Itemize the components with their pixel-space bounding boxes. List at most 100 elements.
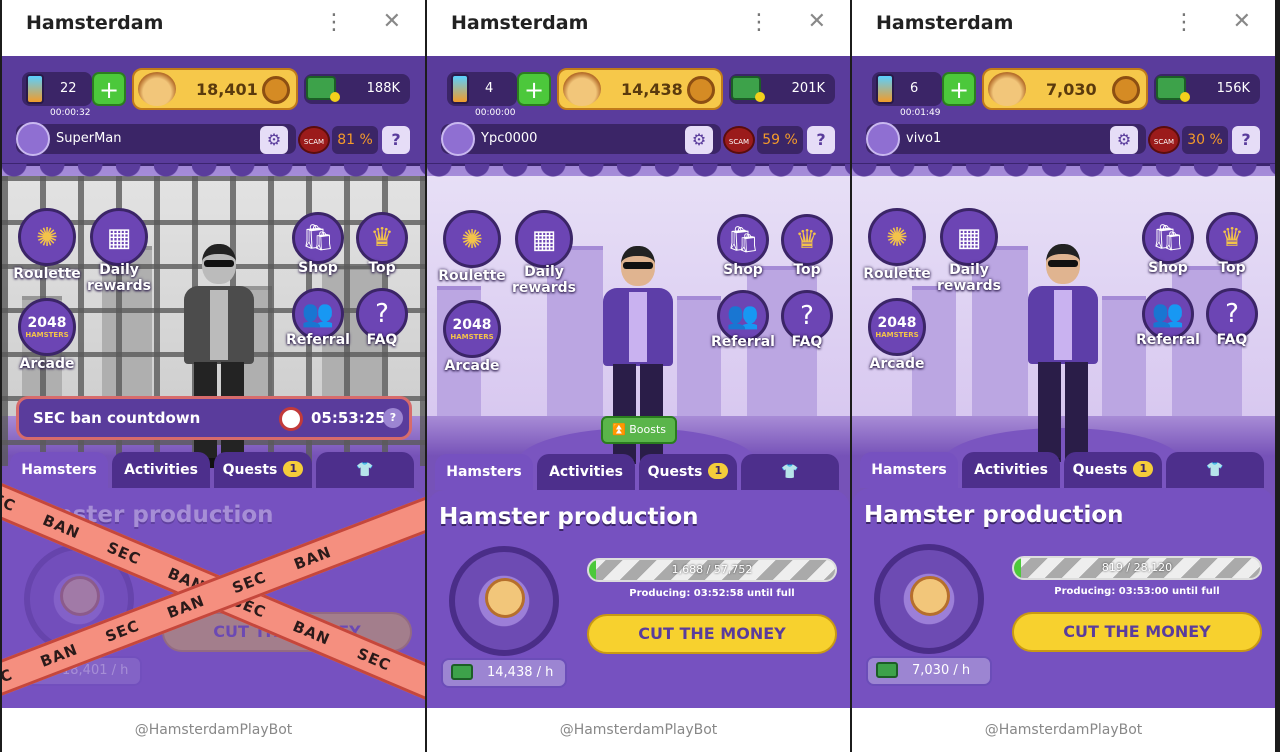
roulette-button[interactable]: ✺	[18, 208, 76, 266]
production-title: Hamster production	[439, 504, 699, 530]
tab-wardrobe[interactable]: 👕	[316, 452, 414, 488]
add-energy-button[interactable]: +	[942, 72, 976, 106]
coin-value: 14,438	[621, 80, 683, 99]
daily-rewards-button[interactable]: ▦	[515, 210, 573, 268]
tab-wardrobe[interactable]: 👕	[1166, 452, 1264, 488]
production-card: Hamster production 819 / 28,120 Producin…	[852, 488, 1275, 708]
question-page-icon: ?	[800, 301, 814, 331]
game-view: 4 + 00:00:00 14,438 201K Ypc0000 ⚙ SCAM …	[427, 56, 850, 708]
clock-icon	[279, 407, 303, 431]
chevrons-up-icon: ⏫	[612, 423, 626, 436]
cut-the-money-button[interactable]: CUT THE MONEY	[587, 614, 837, 654]
close-icon[interactable]: ✕	[383, 9, 401, 34]
character-shirt	[210, 290, 228, 360]
tab-activities[interactable]: Activities	[537, 454, 635, 490]
help-icon[interactable]: ?	[382, 126, 410, 154]
top-button[interactable]: ♛	[356, 212, 408, 264]
user-bar[interactable]: Ypc0000	[441, 122, 721, 156]
kebab-menu-icon[interactable]: ⋮	[323, 10, 345, 35]
kebab-menu-icon[interactable]: ⋮	[748, 10, 770, 35]
cash-balance[interactable]: 201K	[729, 74, 835, 104]
daily-rewards-button[interactable]: ▦	[940, 208, 998, 266]
tab-quests[interactable]: Quests 1	[639, 454, 737, 490]
bot-handle-footer: @HamsterdamPlayBot	[852, 708, 1275, 752]
username: vivo1	[906, 131, 942, 146]
energy-counter: 6	[872, 72, 942, 106]
arcade-button[interactable]: 2048 HAMSTERS	[18, 298, 76, 356]
shop-button[interactable]: 🛍	[1142, 212, 1194, 264]
daily-rewards-button[interactable]: ▦	[90, 208, 148, 266]
arcade-label: Arcade	[19, 356, 75, 372]
production-rate: 14,438 / h	[441, 658, 567, 688]
boosts-button[interactable]: ⏫ Boosts	[601, 416, 677, 444]
gear-icon[interactable]: ⚙	[260, 126, 288, 154]
gear-icon[interactable]: ⚙	[685, 126, 713, 154]
tape-word-sec: SEC	[2, 485, 19, 516]
window-title: Hamsterdam	[26, 12, 164, 34]
coin-icon[interactable]	[687, 76, 715, 104]
cash-value: 156K	[1216, 81, 1250, 96]
production-rate-value: 14,438 / h	[487, 665, 554, 680]
arcade-button[interactable]: 2048 HAMSTERS	[443, 300, 501, 358]
scam-icon[interactable]: SCAM	[298, 126, 330, 154]
close-icon[interactable]: ✕	[808, 9, 826, 34]
people-icon: 👥	[301, 299, 335, 329]
info-icon[interactable]: ?	[383, 408, 403, 428]
title-bar: Hamsterdam ⋮ ✕	[852, 0, 1275, 56]
tab-quests[interactable]: Quests 1	[214, 452, 312, 488]
progress-text: 1,688 / 57,752	[671, 563, 753, 576]
scam-icon[interactable]: SCAM	[1148, 126, 1180, 154]
scam-percentage: 30 %	[1182, 126, 1228, 154]
quests-badge: 1	[1133, 461, 1154, 477]
title-bar: Hamsterdam ⋮ ✕	[427, 0, 850, 56]
cash-balance[interactable]: 156K	[1154, 74, 1260, 104]
coin-icon[interactable]	[1112, 76, 1140, 104]
gear-icon[interactable]: ⚙	[1110, 126, 1138, 154]
question-page-icon: ?	[1225, 299, 1239, 329]
header-scallop	[852, 164, 1275, 180]
arcade-button[interactable]: 2048 HAMSTERS	[868, 298, 926, 356]
energy-timer: 00:00:00	[475, 108, 516, 118]
top-button[interactable]: ♛	[1206, 212, 1258, 264]
roulette-label: Roulette	[863, 266, 931, 282]
shop-button[interactable]: 🛍	[292, 212, 344, 264]
quests-badge: 1	[708, 463, 729, 479]
kebab-menu-icon[interactable]: ⋮	[1173, 10, 1195, 35]
cash-balance[interactable]: 188K	[304, 74, 410, 104]
energy-value: 6	[910, 81, 919, 96]
hamster-icon	[60, 576, 100, 616]
add-energy-button[interactable]: +	[517, 72, 551, 106]
tab-hamsters[interactable]: Hamsters	[10, 452, 108, 488]
roulette-button[interactable]: ✺	[443, 210, 501, 268]
user-bar[interactable]: vivo1	[866, 122, 1146, 156]
tab-hamsters[interactable]: Hamsters	[860, 452, 958, 488]
user-bar[interactable]: SuperMan	[16, 122, 296, 156]
tab-activities[interactable]: Activities	[962, 452, 1060, 488]
tab-hamsters[interactable]: Hamsters	[435, 454, 533, 490]
tab-quests-label: Quests	[222, 462, 278, 478]
add-energy-button[interactable]: +	[92, 72, 126, 106]
scam-icon[interactable]: SCAM	[723, 126, 755, 154]
screenshot-collage: Hamsterdam ⋮ ✕ 22 + 00:00:32 18,401 188K…	[0, 0, 1280, 752]
daily-label-line2: rewards	[936, 278, 1002, 294]
faq-label: FAQ	[791, 334, 823, 350]
sec-countdown-label: SEC ban countdown	[33, 409, 201, 427]
shop-button[interactable]: 🛍	[717, 214, 769, 266]
character-shirt	[629, 292, 647, 362]
top-label: Top	[368, 260, 396, 276]
character-legs	[613, 364, 663, 464]
cut-the-money-button[interactable]: CUT THE MONEY	[1012, 612, 1262, 652]
progress-text: 819 / 28,120	[1101, 561, 1173, 574]
help-icon[interactable]: ?	[807, 126, 835, 154]
coin-icon[interactable]	[262, 76, 290, 104]
arcade-badge-number: 2048	[27, 315, 67, 331]
tab-wardrobe[interactable]: 👕	[741, 454, 839, 490]
tab-activities[interactable]: Activities	[112, 452, 210, 488]
tab-quests[interactable]: Quests 1	[1064, 452, 1162, 488]
top-button[interactable]: ♛	[781, 214, 833, 266]
close-icon[interactable]: ✕	[1233, 9, 1251, 34]
roulette-button[interactable]: ✺	[868, 208, 926, 266]
help-icon[interactable]: ?	[1232, 126, 1260, 154]
roulette-label: Roulette	[13, 266, 81, 282]
game-view: 22 + 00:00:32 18,401 188K SuperMan ⚙ SCA…	[2, 56, 425, 708]
